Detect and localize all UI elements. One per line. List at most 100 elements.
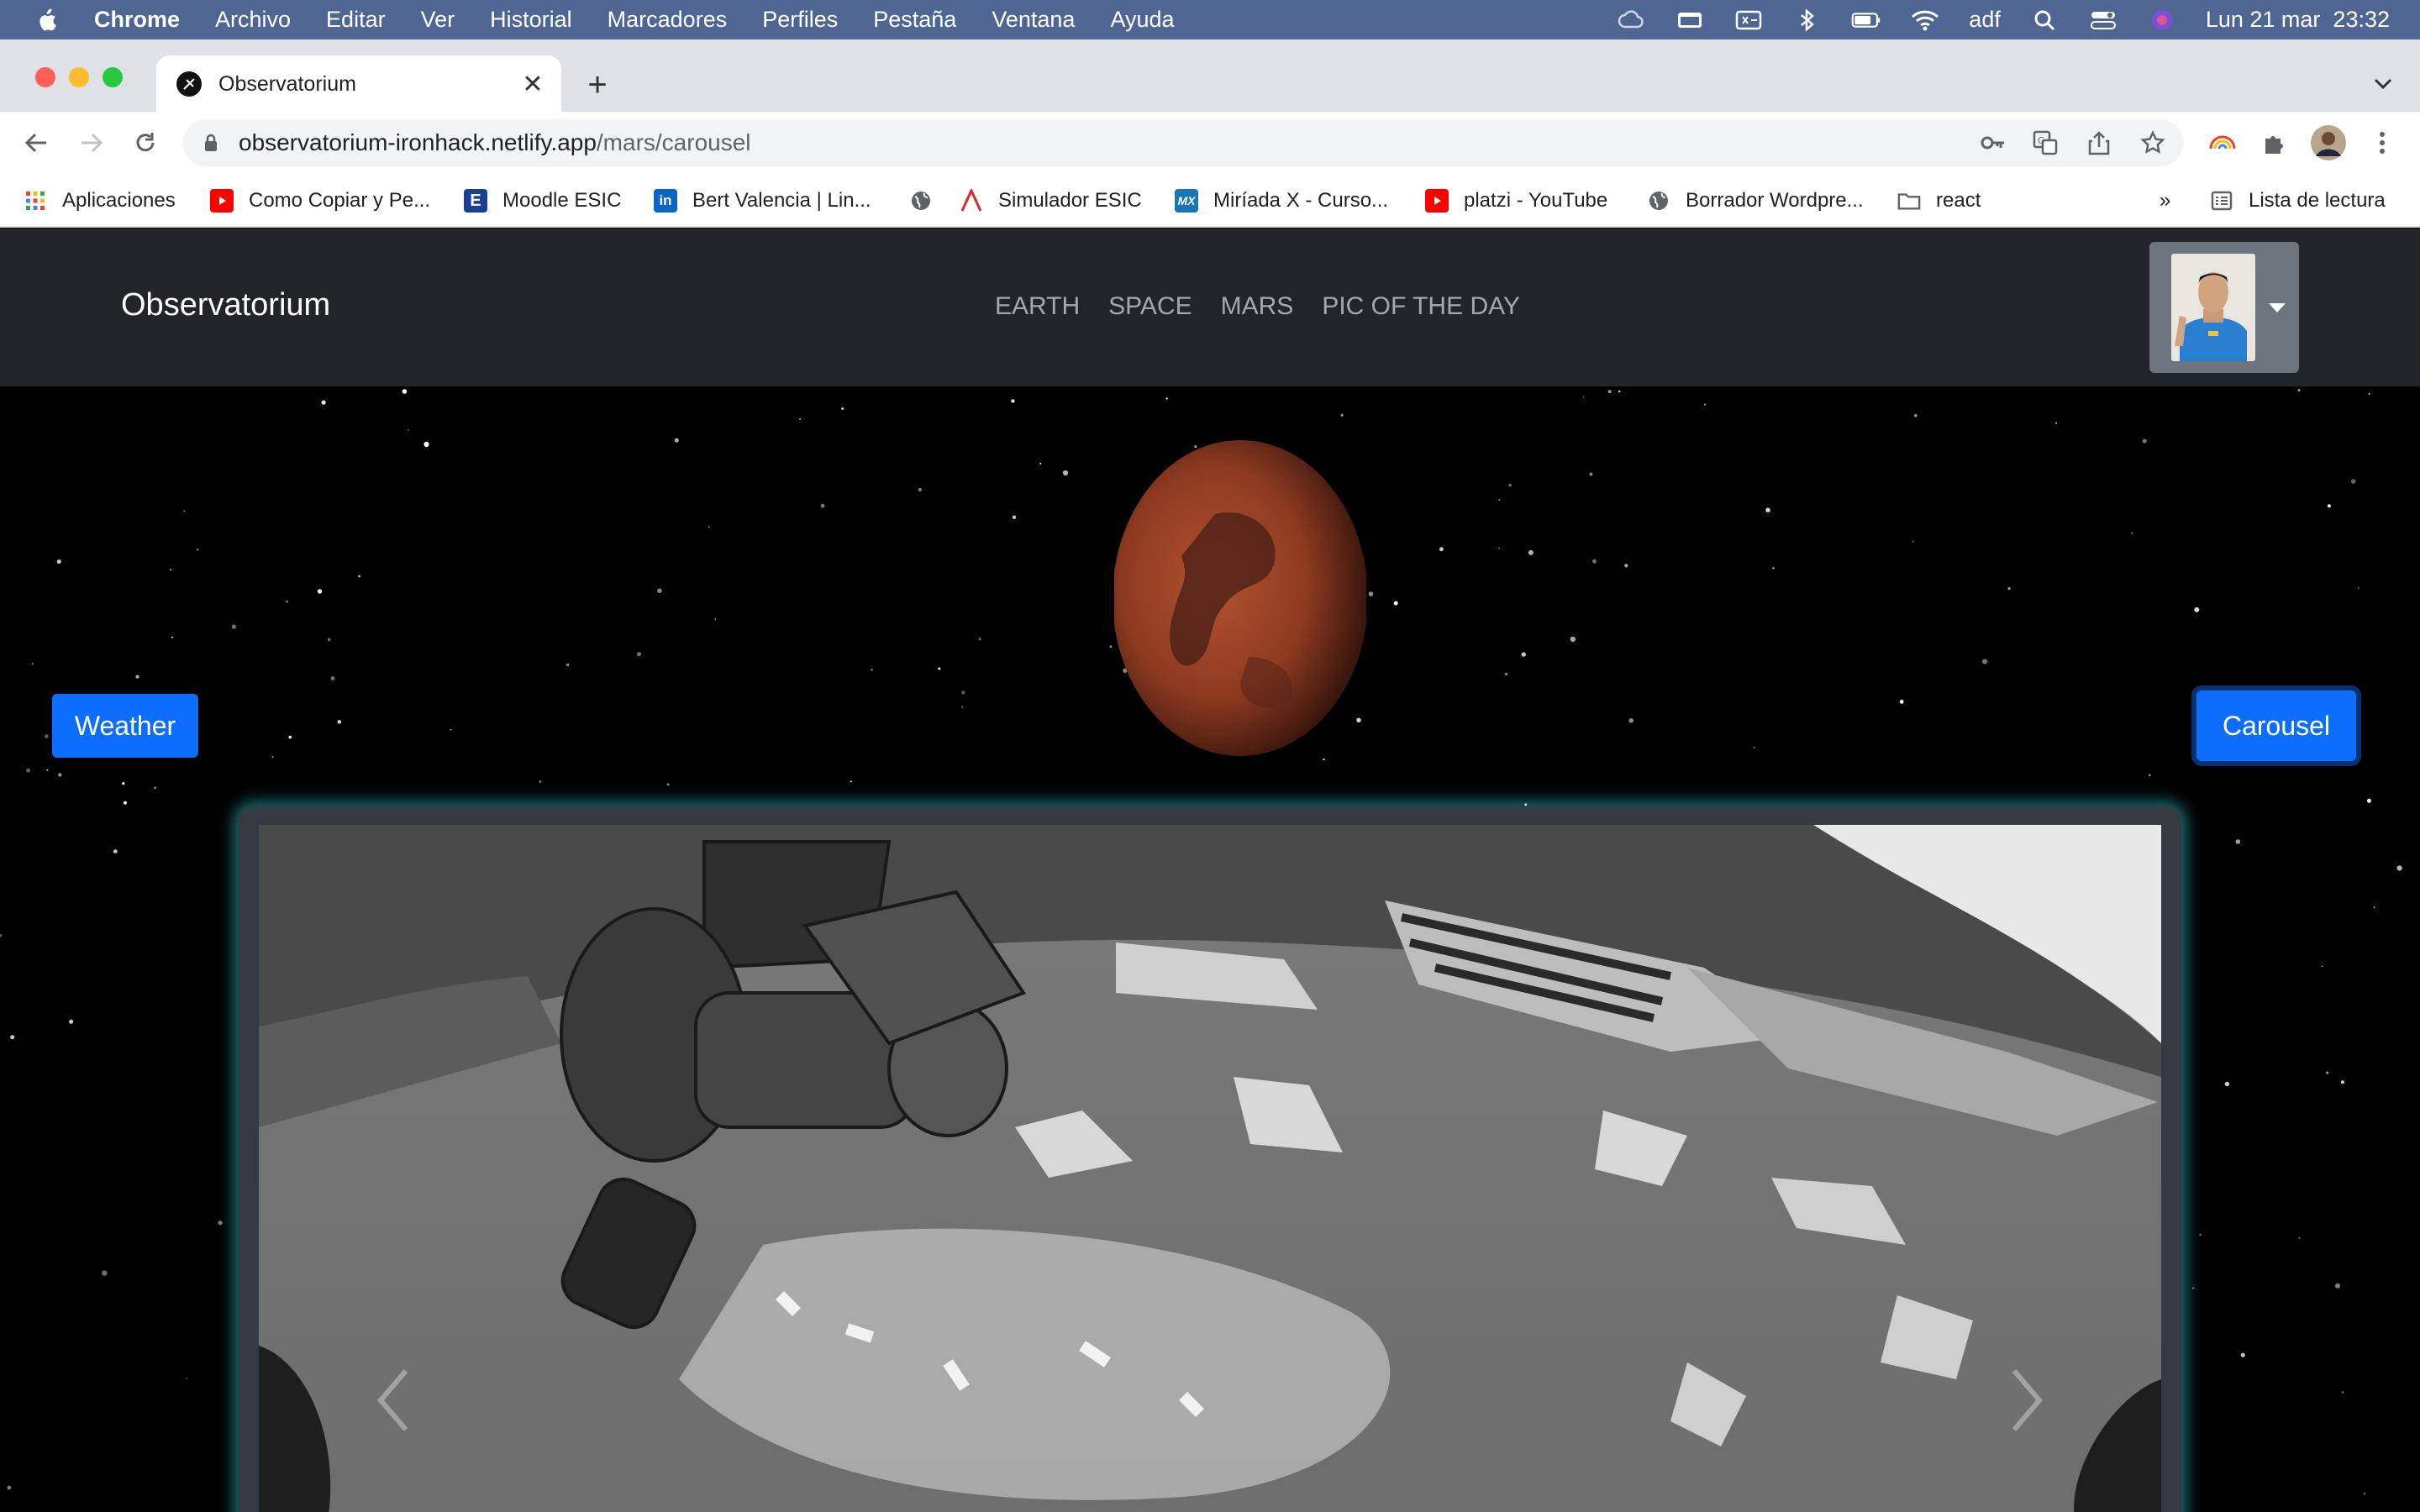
url-host: observatorium-ironhack.netlify.app [239, 129, 597, 155]
bookmark-label: Aplicaciones [62, 189, 176, 212]
carousel-next-arrow-icon[interactable] [2002, 1362, 2052, 1438]
translate-icon[interactable]: G [2028, 126, 2062, 160]
bookmark-label: platzi - YouTube [1464, 189, 1608, 212]
extension-rainbow-icon[interactable] [2203, 123, 2242, 162]
tab-close-icon[interactable]: ✕ [516, 67, 550, 101]
battery-icon[interactable] [1851, 8, 1881, 33]
window-zoom-control[interactable] [103, 67, 123, 87]
lock-icon[interactable] [203, 132, 222, 154]
reload-icon[interactable] [126, 123, 165, 162]
window-minimize-control[interactable] [69, 67, 89, 87]
wifi-icon[interactable] [1910, 8, 1940, 33]
menu-ver[interactable]: Ver [421, 7, 455, 33]
bookmarks-overflow-label: » [2160, 189, 2171, 212]
mars-planet-image [1114, 440, 1366, 756]
bookmark-label: Borrador Wordpre... [1686, 189, 1864, 212]
user-dropdown-toggle[interactable] [2149, 242, 2299, 373]
svg-text:G: G [2038, 135, 2045, 146]
menu-archivo[interactable]: Archivo [215, 7, 291, 33]
bookmark-miriada-x[interactable]: MX Miríada X - Curso... [1175, 174, 1388, 228]
reading-list-button[interactable]: Lista de lectura [2210, 174, 2386, 228]
window-manager-icon[interactable] [1675, 8, 1705, 33]
weather-button[interactable]: Weather [52, 694, 198, 758]
carousel-slide-image[interactable] [259, 825, 2161, 1512]
siri-icon[interactable] [2147, 8, 2177, 33]
bookmark-platzi-youtube[interactable]: platzi - YouTube [1425, 174, 1607, 228]
menu-bar-status-area: adf Lun 21 mar 23:32 [1616, 0, 2390, 39]
folder-icon [1897, 189, 1921, 213]
miriada-x-icon: MX [1175, 189, 1198, 213]
user-avatar [2171, 254, 2255, 361]
apple-icon[interactable] [35, 8, 59, 33]
globe-icon [909, 189, 933, 213]
site-brand[interactable]: Observatorium [121, 287, 330, 323]
control-center-icon[interactable] [2088, 8, 2118, 33]
bookmark-como-copiar[interactable]: Como Copiar y Pe... [210, 174, 430, 228]
browser-tab-active[interactable]: Observatorium ✕ [156, 55, 561, 113]
tab-title: Observatorium [218, 71, 356, 96]
reading-list-label: Lista de lectura [2249, 189, 2386, 212]
menu-ventana[interactable]: Ventana [992, 7, 1075, 33]
menu-marcadores[interactable]: Marcadores [608, 7, 728, 33]
keyboard-layout-icon[interactable] [1733, 8, 1764, 33]
carousel-prev-arrow-icon[interactable] [368, 1362, 418, 1438]
linkedin-icon: in [654, 189, 677, 213]
url-path: /mars/carousel [596, 129, 751, 155]
site-favicon-icon [176, 71, 202, 97]
profile-avatar-icon[interactable] [2309, 123, 2348, 162]
window-close-control[interactable] [35, 67, 55, 87]
reading-list-icon [2210, 189, 2233, 213]
password-key-icon[interactable] [1976, 126, 2010, 160]
bookmarks-overflow-button[interactable]: » [2160, 174, 2170, 228]
esic-e-icon: E [464, 189, 487, 213]
bookmark-label: Como Copiar y Pe... [249, 189, 431, 212]
creative-cloud-icon[interactable] [1616, 8, 1646, 33]
forward-arrow-icon[interactable] [72, 123, 111, 162]
youtube-icon [1425, 189, 1449, 213]
carousel-button[interactable]: Carousel [2196, 690, 2356, 761]
nav-link-pic-of-the-day[interactable]: PIC OF THE DAY [1322, 292, 1520, 321]
address-bar[interactable]: observatorium-ironhack.netlify.app/mars/… [183, 119, 2183, 166]
menu-bar-clock[interactable]: Lun 21 mar 23:32 [2206, 7, 2390, 33]
menu-app-name[interactable]: Chrome [94, 7, 180, 33]
new-tab-icon[interactable]: + [578, 66, 617, 104]
menu-editar[interactable]: Editar [326, 7, 386, 33]
share-icon[interactable] [2082, 126, 2116, 160]
bookmark-bert-valencia[interactable]: in Bert Valencia | Lin... [654, 174, 871, 228]
menu-pestana[interactable]: Pestaña [873, 7, 956, 33]
bluetooth-icon[interactable] [1792, 8, 1823, 33]
bookmark-label: Simulador ESIC [998, 189, 1142, 212]
tab-search-chevron-icon[interactable] [2366, 67, 2400, 101]
menu-perfiles[interactable]: Perfiles [762, 7, 838, 33]
bookmark-simulador-esic[interactable]: Simulador ESIC [960, 174, 1142, 228]
menu-bar-user[interactable]: adf [1969, 7, 2001, 33]
bookmark-label: react [1936, 189, 1981, 212]
nav-link-space[interactable]: SPACE [1108, 292, 1192, 321]
nav-link-earth[interactable]: EARTH [995, 292, 1080, 321]
globe-icon [1647, 189, 1670, 213]
back-arrow-icon[interactable] [17, 123, 55, 162]
youtube-icon [210, 189, 234, 213]
address-bar-url[interactable]: observatorium-ironhack.netlify.app/mars/… [239, 129, 751, 156]
simulador-logo-icon [960, 189, 983, 213]
dropdown-caret-icon [2269, 302, 2286, 312]
extensions-puzzle-icon[interactable] [2255, 123, 2294, 162]
bookmark-moodle-esic[interactable]: E Moodle ESIC [464, 174, 621, 228]
bookmark-label: Bert Valencia | Lin... [692, 189, 871, 212]
site-navbar: Observatorium EARTH SPACE MARS PIC OF TH… [0, 228, 2420, 386]
spotlight-search-icon[interactable] [2029, 8, 2060, 33]
bookmark-globe[interactable] [909, 174, 948, 228]
bookmark-star-icon[interactable] [2136, 126, 2170, 160]
apps-grid-icon [24, 189, 47, 213]
menu-historial[interactable]: Historial [490, 7, 572, 33]
macos-menu-bar: Chrome Archivo Editar Ver Historial Marc… [0, 0, 2420, 39]
web-page: Observatorium EARTH SPACE MARS PIC OF TH… [0, 228, 2420, 1512]
bookmark-folder-react[interactable]: react [1897, 174, 1981, 228]
menu-ayuda[interactable]: Ayuda [1110, 7, 1174, 33]
bookmark-label: Miríada X - Curso... [1213, 189, 1389, 212]
bookmark-label: Moodle ESIC [502, 189, 622, 212]
bookmark-apps[interactable]: Aplicaciones [24, 174, 176, 228]
chrome-menu-icon[interactable] [2363, 123, 2402, 162]
bookmark-borrador-wordpress[interactable]: Borrador Wordpre... [1647, 174, 1864, 228]
nav-link-mars[interactable]: MARS [1221, 292, 1294, 321]
